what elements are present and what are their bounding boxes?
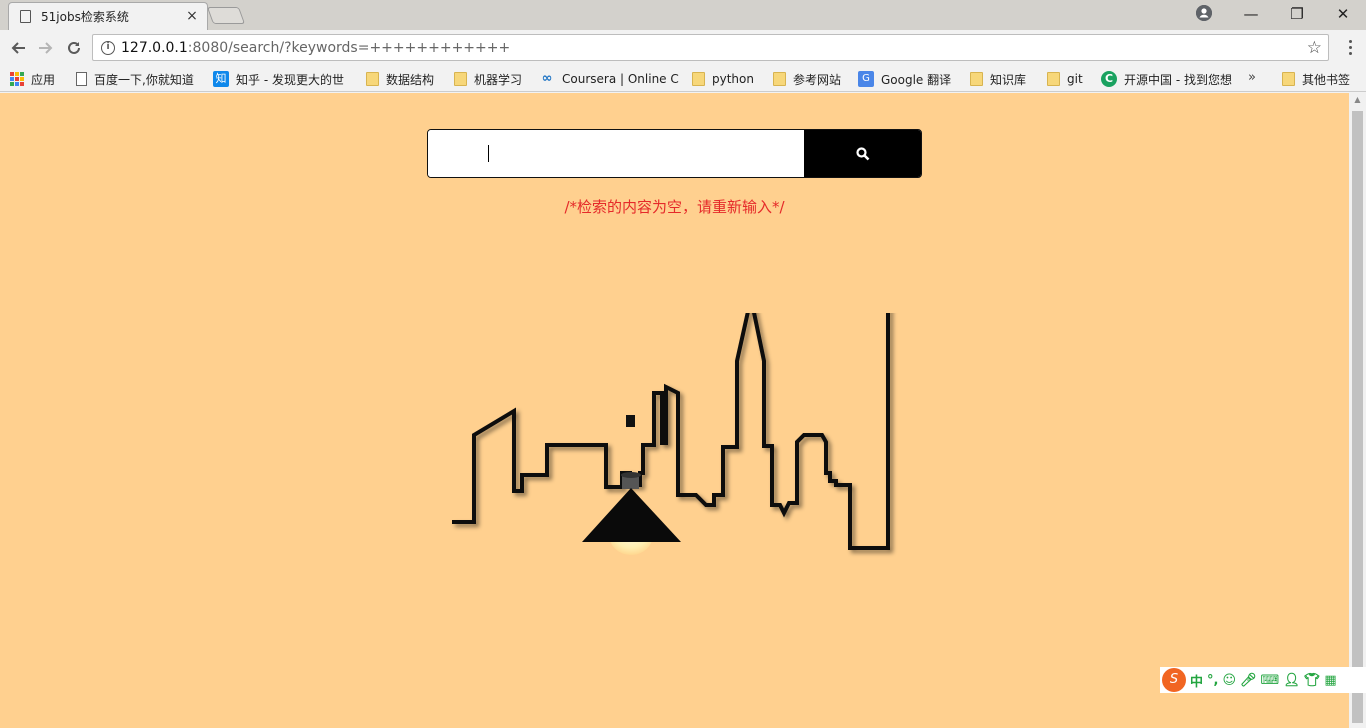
bookmark-label: 知乎 - 发现更大的世 xyxy=(236,72,344,87)
search-button[interactable] xyxy=(804,130,921,177)
back-arrow-icon xyxy=(11,42,25,54)
keyboard-icon[interactable]: ⌨ xyxy=(1261,673,1280,688)
search-icon xyxy=(856,146,870,160)
bookmark-label: python xyxy=(712,72,754,86)
page-icon xyxy=(76,72,87,86)
tab-close-icon[interactable]: × xyxy=(184,8,200,24)
ime-mode-toggle[interactable]: 中 xyxy=(1190,671,1203,690)
bookmark-star-icon[interactable]: ☆ xyxy=(1307,38,1322,58)
restore-button[interactable]: ❐ xyxy=(1274,0,1320,28)
bookmark-apps[interactable]: 应用 xyxy=(10,70,55,88)
oschina-icon: C xyxy=(1101,71,1117,87)
scroll-thumb[interactable] xyxy=(1352,111,1363,723)
forward-arrow-icon xyxy=(39,42,53,54)
microphone-icon[interactable]: 🎤︎ xyxy=(1240,673,1257,688)
user-icon[interactable]: 👤︎ xyxy=(1283,673,1300,688)
folder-icon xyxy=(366,72,379,86)
google-translate-icon: G xyxy=(858,71,874,87)
zhihu-icon: 知 xyxy=(213,71,229,87)
folder-icon xyxy=(1282,72,1295,86)
bookmark-label: Coursera | Online C xyxy=(562,72,679,86)
skyline-cable xyxy=(452,313,890,550)
bookmark-label: git xyxy=(1067,72,1083,86)
bookmark-baidu[interactable]: 百度一下,你就知道 xyxy=(76,70,194,88)
bookmark-label: 数据结构 xyxy=(386,72,435,87)
bookmark-folder-reference[interactable]: 参考网站 xyxy=(773,70,841,88)
bookmark-label: 百度一下,你就知道 xyxy=(94,72,194,87)
profile-icon[interactable] xyxy=(1196,5,1212,21)
lamp-skyline-illustration xyxy=(452,313,890,555)
reload-button[interactable] xyxy=(61,35,87,61)
search-form xyxy=(427,129,922,178)
bookmark-label: 开源中国 - 找到您想 xyxy=(1124,72,1232,87)
tab-title: 51jobs检索系统 xyxy=(41,9,129,24)
minimize-button[interactable]: — xyxy=(1228,0,1274,28)
browser-chrome: 51jobs检索系统 × — ❐ ✕ i 127.0.0.1 :8080/sea… xyxy=(0,0,1366,93)
bookmark-label: 参考网站 xyxy=(793,72,842,87)
bookmark-label: Google 翻译 xyxy=(881,72,952,87)
bookmark-oschina[interactable]: C 开源中国 - 找到您想 xyxy=(1101,70,1232,88)
browser-menu-icon[interactable] xyxy=(1343,35,1357,59)
bookmark-coursera[interactable]: ∞ Coursera | Online C xyxy=(539,70,679,88)
bookmark-label: 其他书签 xyxy=(1302,72,1351,87)
bookmarks-overflow-button[interactable]: » xyxy=(1248,70,1256,85)
ime-toolbar: S 中 °, ☺ 🎤︎ ⌨ 👤︎ 👕︎ ▦ xyxy=(1160,667,1366,693)
back-button[interactable] xyxy=(5,35,31,61)
folder-icon xyxy=(1047,72,1060,86)
bookmark-label: 应用 xyxy=(31,72,56,87)
reload-icon xyxy=(68,41,80,54)
folder-icon xyxy=(970,72,983,86)
new-tab-button[interactable] xyxy=(206,7,246,24)
close-window-button[interactable]: ✕ xyxy=(1320,0,1366,28)
toolbar: i 127.0.0.1 :8080/search/?keywords=+++++… xyxy=(0,30,1366,65)
bookmark-folder-data-structures[interactable]: 数据结构 xyxy=(366,70,434,88)
bookmark-folder-knowledge[interactable]: 知识库 xyxy=(970,70,1026,88)
bookmark-zhihu[interactable]: 知 知乎 - 发现更大的世 xyxy=(213,70,344,88)
url-path: :8080/search/?keywords=++++++++++++ xyxy=(187,39,511,56)
empty-search-error: /*检索的内容为空，请重新输入*/ xyxy=(564,198,785,216)
bookmark-google-translate[interactable]: G Google 翻译 xyxy=(858,70,951,88)
bookmark-folder-git[interactable]: git xyxy=(1047,70,1083,88)
bookmark-folder-python[interactable]: python xyxy=(692,70,754,88)
info-icon[interactable]: i xyxy=(101,40,115,55)
vertical-scrollbar[interactable]: ▲ xyxy=(1349,93,1366,728)
forward-button[interactable] xyxy=(33,35,59,61)
folder-icon xyxy=(692,72,705,86)
coursera-icon: ∞ xyxy=(541,71,553,86)
scroll-up-icon[interactable]: ▲ xyxy=(1349,95,1366,107)
apps-grid-icon xyxy=(10,72,24,86)
page-content: /*检索的内容为空，请重新输入*/ xyxy=(0,93,1349,728)
tab-content[interactable]: 51jobs检索系统 × xyxy=(20,2,200,30)
sogou-logo-icon[interactable]: S xyxy=(1162,668,1186,692)
bookmark-label: 机器学习 xyxy=(474,72,523,87)
bookmark-label: 知识库 xyxy=(990,72,1027,87)
tab-strip: 51jobs检索系统 × — ❐ ✕ xyxy=(0,0,1366,30)
bookmark-folder-ml[interactable]: 机器学习 xyxy=(454,70,522,88)
bookmark-folder-other[interactable]: 其他书签 xyxy=(1282,70,1350,88)
search-input[interactable] xyxy=(428,130,804,177)
text-caret xyxy=(488,145,489,162)
folder-icon xyxy=(454,72,467,86)
skin-icon[interactable]: 👕︎ xyxy=(1304,673,1321,688)
toolbox-icon[interactable]: ▦ xyxy=(1324,673,1336,688)
url-host: 127.0.0.1 xyxy=(121,39,188,56)
bookmarks-bar: 应用 百度一下,你就知道 知 知乎 - 发现更大的世 数据结构 机器学习 ∞ C… xyxy=(0,66,1366,92)
page-icon xyxy=(20,9,31,23)
folder-icon xyxy=(773,72,786,86)
emoji-icon[interactable]: ☺ xyxy=(1222,673,1236,688)
address-bar[interactable]: i 127.0.0.1 :8080/search/?keywords=+++++… xyxy=(92,34,1329,61)
ime-punct-toggle[interactable]: °, xyxy=(1207,673,1218,688)
